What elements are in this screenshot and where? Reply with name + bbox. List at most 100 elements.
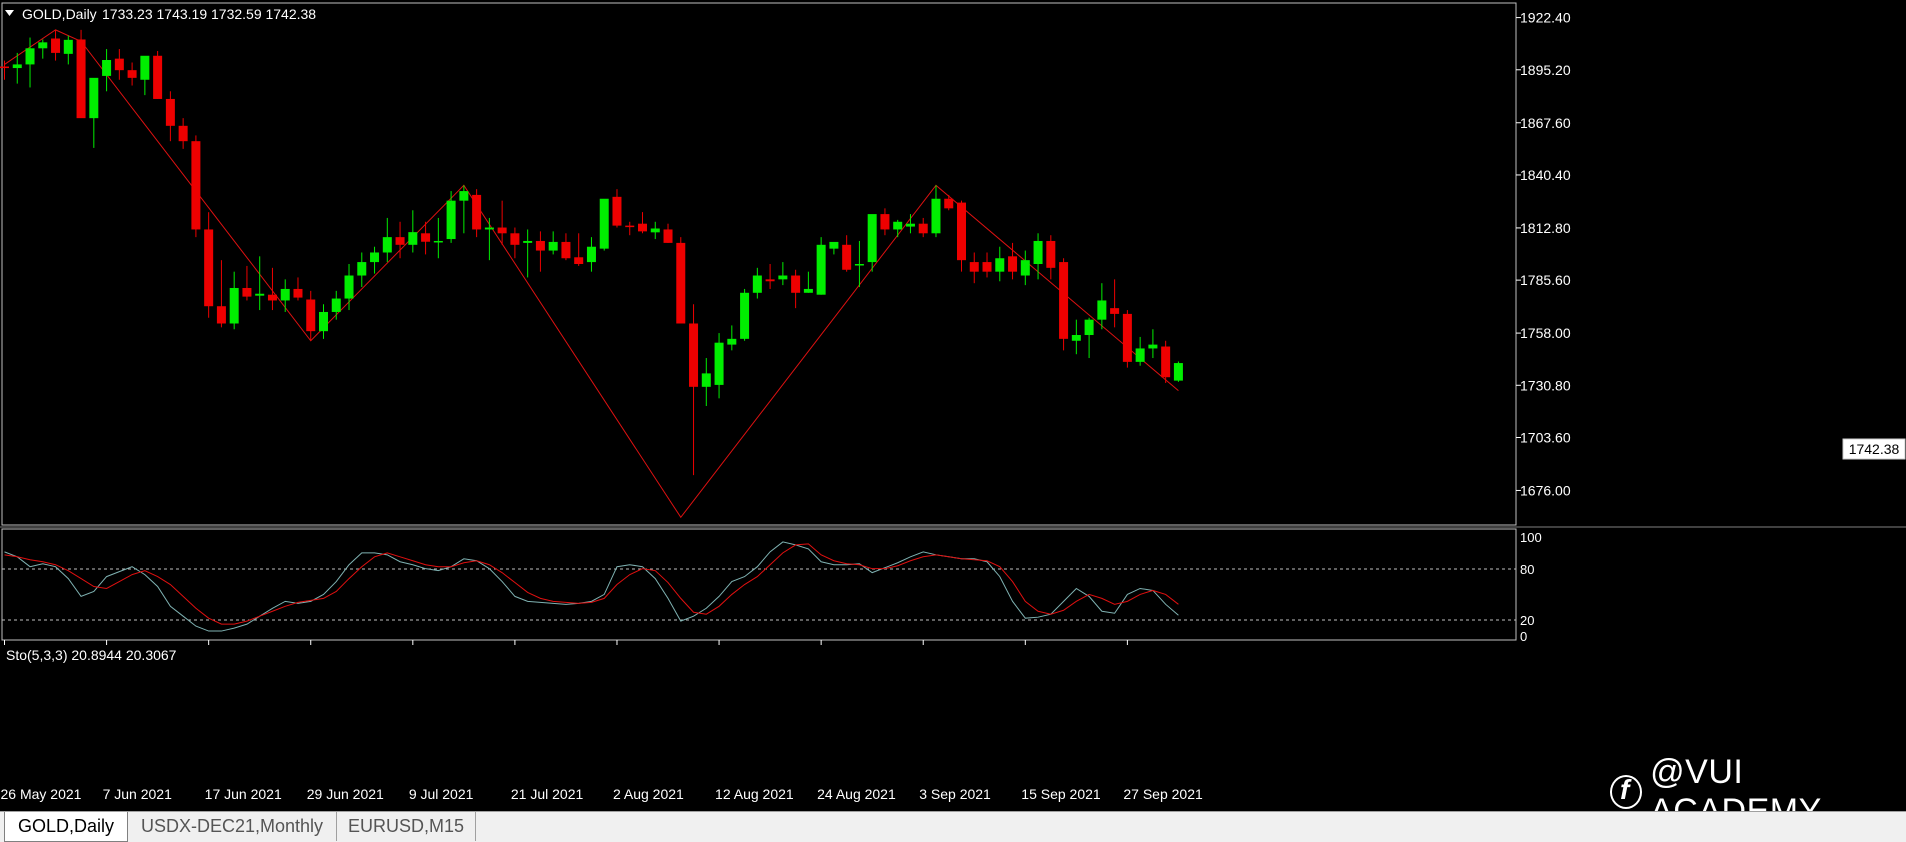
candle-body [204, 229, 214, 307]
stochastic-tick-label: 100 [1520, 530, 1542, 545]
candle [676, 237, 686, 324]
price-tick-label: 1812.80 [1520, 220, 1571, 236]
candle-body [0, 66, 9, 69]
candle-body [944, 198, 954, 209]
main-header-symbol: GOLD,Daily [22, 6, 97, 22]
candle-body [38, 42, 48, 49]
time-tick-label: 7 Jun 2021 [103, 786, 172, 802]
stochastic-tick-label: 80 [1520, 562, 1534, 577]
time-tick-label: 12 Aug 2021 [715, 786, 794, 802]
candle-body [191, 141, 201, 230]
candle-body [574, 257, 584, 264]
candle-body [816, 244, 826, 295]
chart-canvas[interactable]: 1922.40 1895.20 1867.60 1840.40 1812.80 1785.… [0, 0, 1906, 811]
candle [191, 135, 201, 238]
chart-tab-bar: GOLD,Daily USDX-DEC21,Monthly EURUSD,M15 [0, 811, 1906, 842]
candle-body [829, 241, 839, 249]
candle-body [778, 275, 788, 280]
candle-body [306, 299, 316, 332]
candle-body [548, 241, 558, 251]
price-tick-label: 1840.40 [1520, 167, 1571, 183]
candle-body [1161, 346, 1171, 378]
candle-body [255, 293, 265, 296]
candle [740, 288, 750, 341]
candle-body [625, 225, 635, 228]
candle-body [510, 233, 520, 245]
time-tick-label: 21 Jul 2021 [511, 786, 584, 802]
time-tick-label: 3 Sep 2021 [919, 786, 991, 802]
candle-body [25, 48, 35, 65]
candle [1059, 258, 1069, 351]
candle-body [918, 223, 928, 234]
stochastic-tick-label: 0 [1520, 629, 1527, 644]
chart-background [0, 0, 1906, 811]
candle-body [561, 241, 571, 259]
candle-body [319, 311, 328, 332]
candle-body [1097, 300, 1107, 320]
candle-body [854, 264, 864, 266]
candle-body [408, 232, 418, 245]
time-tick-label: 9 Jul 2021 [409, 786, 474, 802]
candle [599, 198, 609, 251]
candle-body [752, 275, 762, 293]
time-tick-label: 17 Jun 2021 [205, 786, 282, 802]
candle [816, 237, 826, 295]
candle-body [331, 298, 341, 312]
candle-body [51, 38, 61, 53]
candle [1122, 310, 1132, 368]
candle-body [229, 287, 239, 324]
candle [1161, 340, 1171, 383]
candle-body [689, 323, 699, 387]
candle-body [995, 258, 1005, 272]
candle-body [63, 39, 73, 54]
tab-gold-daily[interactable]: GOLD,Daily [4, 812, 128, 842]
candle-body [484, 227, 494, 230]
price-tick-label: 1676.00 [1520, 482, 1571, 498]
time-tick-label: 2 Aug 2021 [613, 786, 684, 802]
candle [153, 50, 163, 99]
watermark: f @VUI ACADEMY [1610, 753, 1906, 830]
candle-body [931, 198, 941, 234]
candle-body [535, 240, 545, 251]
price-tick-label: 1703.60 [1520, 429, 1571, 445]
candle [76, 29, 86, 119]
candle-body [421, 233, 431, 242]
candle-body [370, 252, 380, 263]
candle-body [293, 288, 303, 298]
candle-body [1148, 344, 1158, 349]
candle-body [165, 98, 175, 126]
candle-body [140, 55, 150, 80]
candle-body [612, 196, 622, 226]
current-price-label: 1742.38 [1849, 441, 1900, 457]
candle-body [957, 202, 966, 261]
price-tick-label: 1922.40 [1520, 10, 1571, 26]
candle-body [1071, 335, 1081, 341]
candle-body [599, 198, 609, 249]
candle-body [472, 194, 482, 230]
candle-body [740, 292, 750, 339]
candle-body [982, 262, 992, 272]
candle-body [650, 228, 660, 233]
candle-body [586, 246, 596, 263]
candle-body [791, 275, 801, 293]
candle-body [497, 227, 507, 234]
candle-body [663, 229, 673, 243]
candle-body [1084, 319, 1094, 336]
candle-body [459, 191, 469, 201]
candle-body [867, 214, 877, 263]
main-header-ohlc: 1733.23 1743.19 1732.59 1742.38 [102, 6, 316, 22]
candle-body [153, 55, 163, 99]
tab-eurusd-m15[interactable]: EURUSD,M15 [337, 812, 476, 841]
price-tick-label: 1867.60 [1520, 115, 1571, 131]
candle-body [178, 125, 188, 142]
candle-body [880, 214, 890, 230]
stochastic-tick-label: 20 [1520, 613, 1534, 628]
candle-body [12, 64, 22, 69]
candle-body [893, 221, 903, 230]
candle-body [905, 223, 915, 227]
time-tick-label: 29 Jun 2021 [307, 786, 384, 802]
candle-body [765, 279, 775, 282]
candle-body [727, 338, 737, 345]
tab-usdx-monthly[interactable]: USDX-DEC21,Monthly [128, 812, 337, 841]
candle-body [1046, 240, 1056, 268]
